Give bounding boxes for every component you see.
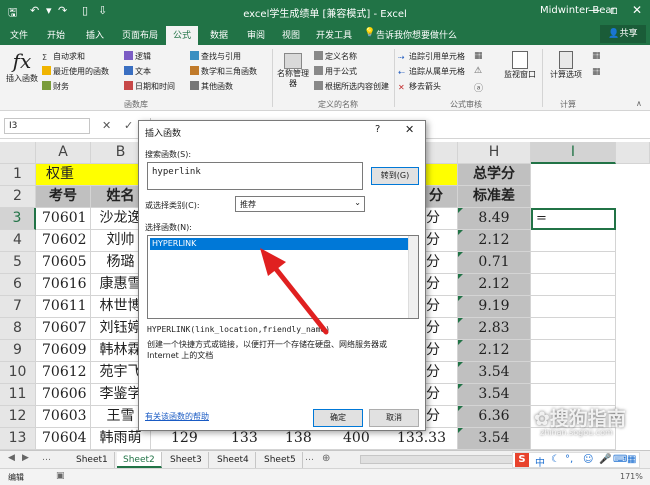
watermark-logo: ✿搜狗指南	[534, 408, 626, 430]
paw-icon: ✿	[534, 408, 550, 430]
watermark-url: zhinan.sogou.com	[540, 428, 613, 437]
